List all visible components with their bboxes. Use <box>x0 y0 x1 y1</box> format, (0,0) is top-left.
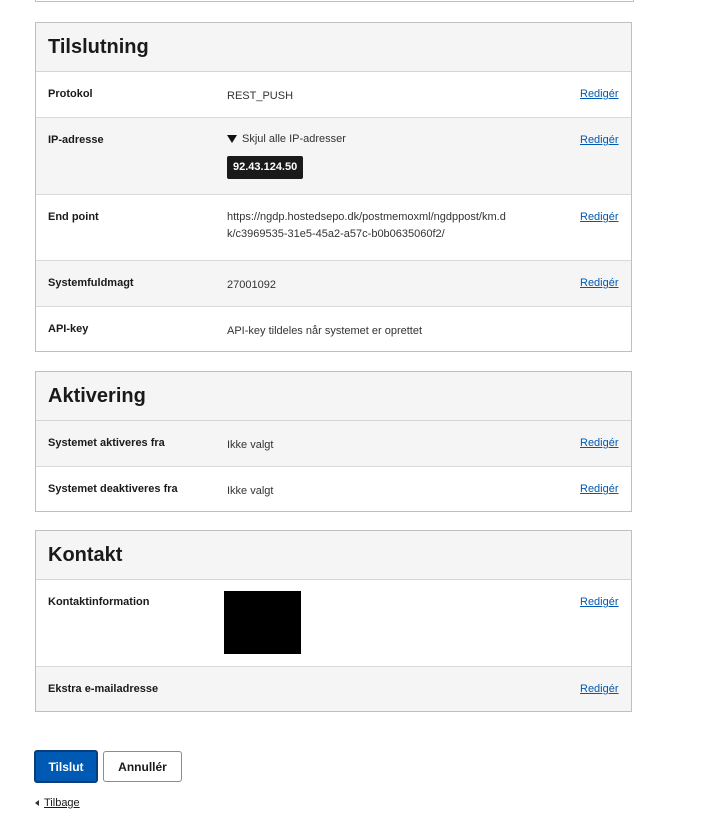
edit-activation-from-link[interactable]: Redigér <box>580 437 619 449</box>
connection-card-title: Tilslutning <box>48 35 149 58</box>
hide-ip-toggle-label: Skjul alle IP-adresser <box>242 133 346 145</box>
api-key-label: API-key <box>48 323 89 335</box>
activation-from-label: Systemet aktiveres fra <box>48 437 165 449</box>
edit-contact-information-link[interactable]: Redigér <box>580 596 619 608</box>
protocol-value: REST_PUSH <box>227 90 294 102</box>
system-mandate-label: Systemfuldmagt <box>48 277 134 289</box>
row-extra-email: Ekstra e-mailadresse Redigér <box>36 667 631 711</box>
end-point-value: https://ngdp.hostedsepo.dk/postmemoxml/n… <box>227 209 506 243</box>
hide-ip-toggle[interactable]: Skjul alle IP-adresser <box>227 131 346 148</box>
deactivation-from-value: Ikke valgt <box>227 485 274 497</box>
contact-card-header: Kontakt <box>36 531 631 580</box>
contact-information-label: Kontaktinformation <box>48 596 150 608</box>
edit-protocol-link[interactable]: Redigér <box>580 88 619 100</box>
back-link-label[interactable]: Tilbage <box>44 797 80 809</box>
row-protocol: Protokol REST_PUSH Redigér <box>36 72 631 118</box>
activation-card-title: Aktivering <box>48 384 146 407</box>
row-contact-information: Kontaktinformation Redigér <box>36 580 631 667</box>
row-system-mandate: Systemfuldmagt 27001092 Redigér <box>36 261 631 307</box>
activation-from-value: Ikke valgt <box>227 439 274 451</box>
row-end-point: End point https://ngdp.hostedsepo.dk/pos… <box>36 195 631 261</box>
edit-ip-address-link[interactable]: Redigér <box>580 134 619 146</box>
activation-card: Aktivering Systemet aktiveres fra Ikke v… <box>35 371 632 512</box>
triangle-left-icon <box>35 800 39 806</box>
api-key-value: API-key tildeles når systemet er oprette… <box>227 325 423 337</box>
cancel-button[interactable]: Annullér <box>103 751 182 782</box>
ip-address-value: Skjul alle IP-adresser 92.43.124.50 <box>227 131 346 179</box>
activation-card-header: Aktivering <box>36 372 631 421</box>
end-point-line-2: k/c3969535-31e5-45a2-a57c-b0b0635060f2/ <box>227 228 445 240</box>
previous-card-bottom <box>35 0 634 2</box>
connect-button[interactable]: Tilslut <box>34 750 98 783</box>
protocol-label: Protokol <box>48 88 93 100</box>
contact-card-title: Kontakt <box>48 543 123 566</box>
connection-card-header: Tilslutning <box>36 23 631 72</box>
deactivation-from-label: Systemet deaktiveres fra <box>48 483 178 495</box>
redacted-contact-block <box>224 591 301 654</box>
edit-end-point-link[interactable]: Redigér <box>580 211 619 223</box>
back-link[interactable]: Tilbage <box>35 797 80 809</box>
end-point-label: End point <box>48 211 99 223</box>
row-api-key: API-key API-key tildeles når systemet er… <box>36 307 631 351</box>
edit-deactivation-from-link[interactable]: Redigér <box>580 483 619 495</box>
ip-address-badge: 92.43.124.50 <box>227 156 304 179</box>
end-point-line-1: https://ngdp.hostedsepo.dk/postmemoxml/n… <box>227 211 506 223</box>
triangle-down-icon <box>227 134 237 143</box>
contact-card: Kontakt Kontaktinformation Redigér Ekstr… <box>35 530 632 712</box>
edit-extra-email-link[interactable]: Redigér <box>580 683 619 695</box>
connection-card: Tilslutning Protokol REST_PUSH Redigér I… <box>35 22 632 352</box>
ip-address-label: IP-adresse <box>48 134 104 146</box>
row-deactivation-from: Systemet deaktiveres fra Ikke valgt Redi… <box>36 467 631 511</box>
row-ip-address: IP-adresse Skjul alle IP-adresser 92.43.… <box>36 118 631 195</box>
edit-system-mandate-link[interactable]: Redigér <box>580 277 619 289</box>
extra-email-label: Ekstra e-mailadresse <box>48 683 159 695</box>
system-mandate-value: 27001092 <box>227 279 276 291</box>
row-activation-from: Systemet aktiveres fra Ikke valgt Redigé… <box>36 421 631 467</box>
